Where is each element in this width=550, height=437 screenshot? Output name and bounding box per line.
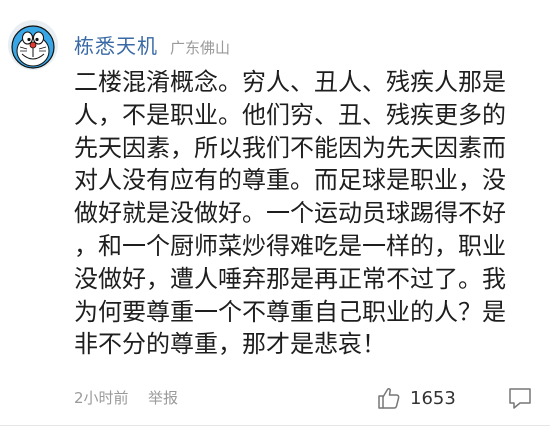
comment-line: 人，不是职业。他们穷、丑、残疾更多的 xyxy=(74,100,506,129)
like-count: 1653 xyxy=(410,387,456,409)
timestamp: 2小时前 xyxy=(74,389,129,407)
comment-line: ，和一个厨师菜炒得难吃是一样的，职业 xyxy=(74,231,506,260)
like-button[interactable]: 1653 xyxy=(376,384,456,412)
comment-card: 栋悉天机 广东佛山 二楼混淆概念。穷人、丑人、残疾人那是 人，不是职业。他们穷、… xyxy=(0,0,550,437)
thumbs-up-icon xyxy=(378,388,400,409)
doraemon-avatar-icon xyxy=(8,20,58,70)
reply-button[interactable] xyxy=(506,384,534,412)
comment-header: 栋悉天机 广东佛山 xyxy=(74,30,230,58)
report-link[interactable]: 举报 xyxy=(148,387,178,408)
comment-line: 先天因素，所以我们不能因为先天因素而 xyxy=(74,133,506,162)
comment-line: 为何要尊重一个不尊重自己职业的人？是 xyxy=(74,297,506,326)
comment-line: 做好就是没做好。一个运动员球踢得不好 xyxy=(74,199,506,228)
comment-line: 非不分的尊重，那才是悲哀！ xyxy=(74,330,386,359)
comment-body: 二楼混淆概念。穷人、丑人、残疾人那是 人，不是职业。他们穷、丑、残疾更多的 先天… xyxy=(74,66,544,361)
comment-line: 没做好，遭人唾弃那是再正常不过了。我 xyxy=(74,264,506,293)
reply-bubble-icon xyxy=(509,388,531,409)
comment-footer: 2小时前 举报 1653 xyxy=(74,384,550,412)
location-label: 广东佛山 xyxy=(170,39,231,57)
comment-line: 二楼混淆概念。穷人、丑人、残疾人那是 xyxy=(74,68,506,96)
avatar[interactable] xyxy=(8,20,58,70)
divider xyxy=(0,425,550,426)
comment-line: 对人没有应有的尊重。而足球是职业，没 xyxy=(74,166,506,195)
username[interactable]: 栋悉天机 xyxy=(74,30,158,59)
